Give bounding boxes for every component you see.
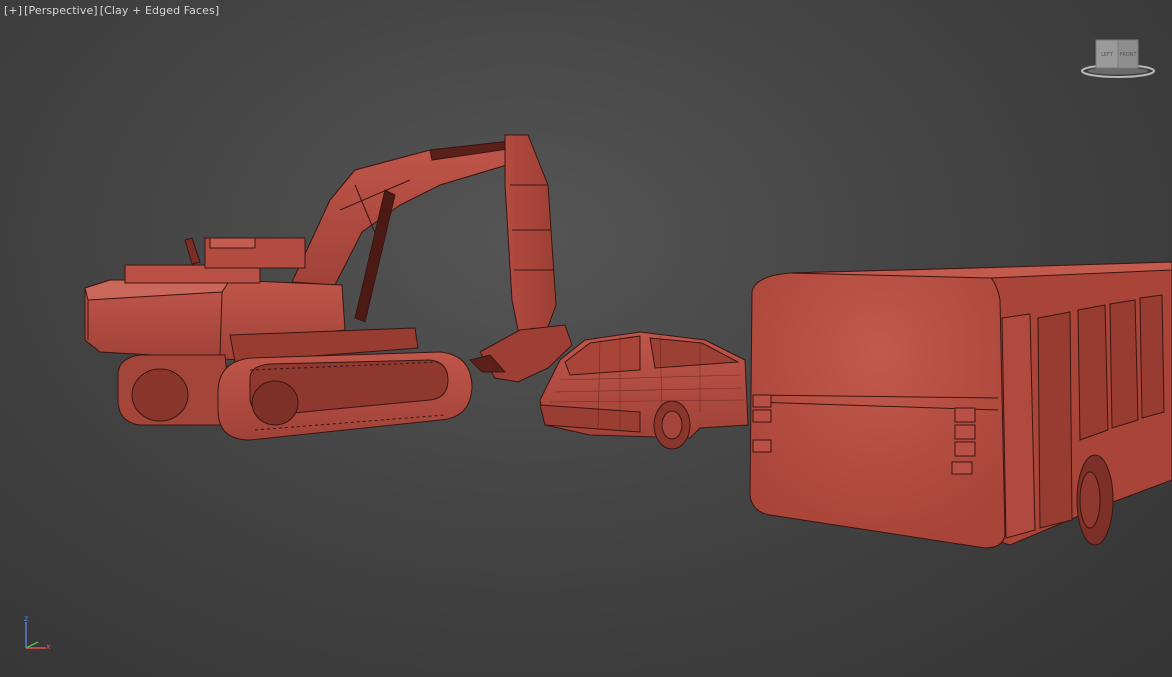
car-model[interactable]: [539, 331, 749, 450]
x-axis-label: x: [46, 642, 51, 651]
viewcube-front-label: FRONT: [1119, 52, 1137, 58]
excavator-model[interactable]: [84, 134, 573, 441]
viewcube-icon: LEFT FRONT: [1081, 39, 1155, 78]
viewcube-widget[interactable]: LEFT FRONT: [1080, 38, 1156, 80]
bus-model[interactable]: [749, 261, 1172, 549]
viewcube-left-label: LEFT: [1101, 52, 1114, 58]
z-axis-label: z: [24, 614, 29, 623]
axis-tripod: z x: [18, 612, 58, 656]
perspective-viewport[interactable]: [+] [Perspective] [Clay + Edged Faces] L…: [0, 0, 1172, 677]
scene-canvas[interactable]: [0, 0, 1172, 677]
y-axis-line: [25, 641, 39, 649]
